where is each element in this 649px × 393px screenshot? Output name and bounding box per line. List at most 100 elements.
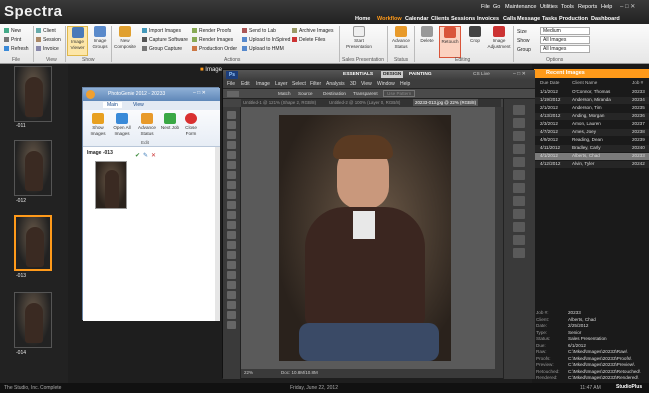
upload-hmm-button[interactable]: Upload to HMM: [242, 46, 284, 52]
patch-tool-icon[interactable]: [227, 91, 239, 97]
ps-panel-icon[interactable]: [513, 144, 525, 154]
ps-tool-icon[interactable]: [227, 311, 236, 319]
ps-tool-icon[interactable]: [227, 151, 236, 159]
ps-panel-icon[interactable]: [513, 209, 525, 219]
pg-tab-view[interactable]: View: [133, 102, 144, 108]
recent-table-row[interactable]: 1/1/2012 O'Connor, Thomas 20233: [532, 89, 649, 96]
ps-tool-icon[interactable]: [227, 281, 236, 289]
ps-tool-icon[interactable]: [227, 161, 236, 169]
send-to-lab-button[interactable]: Send to Lab: [242, 28, 276, 34]
ws-painting[interactable]: PAINTING: [409, 72, 432, 77]
ps-panel-icon[interactable]: [513, 118, 525, 128]
nav-sessions[interactable]: Sessions: [451, 16, 475, 22]
delete-button[interactable]: Delete: [416, 26, 438, 44]
ps-tool-icon[interactable]: [227, 241, 236, 249]
check-icon[interactable]: ✔: [135, 152, 140, 159]
refresh-button[interactable]: Refresh: [4, 46, 29, 52]
menu-tools[interactable]: Tools: [561, 4, 574, 10]
capture-software-button[interactable]: Capture Software: [142, 37, 188, 43]
recent-table-row[interactable]: 2/1/2012 Anderson, Tim 20235: [532, 105, 649, 112]
filmstrip-thumb[interactable]: [14, 66, 52, 122]
ps-tool-icon[interactable]: [227, 121, 236, 129]
ps-tool-icon[interactable]: [227, 301, 236, 309]
recent-table-row[interactable]: 1/19/2012 Anderson, Miranda 20234: [532, 97, 649, 104]
ps-tool-icon[interactable]: [227, 261, 236, 269]
menu-help[interactable]: Help: [601, 4, 612, 10]
nav-production[interactable]: Production: [559, 16, 588, 22]
ps-tool-icon[interactable]: [227, 111, 236, 119]
next-job-button[interactable]: Next Job: [159, 113, 181, 131]
recent-table-row[interactable]: 4/13/2012 Anding, Morgan 20236: [532, 113, 649, 120]
ps-menu-help[interactable]: Help: [400, 81, 410, 87]
ps-tool-icon[interactable]: [227, 191, 236, 199]
ps-tool-icon[interactable]: [227, 181, 236, 189]
ps-zoom[interactable]: 22%: [244, 370, 253, 375]
start-presentation-button[interactable]: Start Presentation: [343, 26, 375, 49]
ps-tool-icon[interactable]: [227, 251, 236, 259]
cs-live[interactable]: CS Live: [473, 72, 490, 77]
ws-design[interactable]: DESIGN: [381, 71, 404, 78]
nav-tasks[interactable]: Tasks: [542, 16, 557, 22]
ps-tool-icon[interactable]: [227, 221, 236, 229]
pg-thumbnail[interactable]: [95, 161, 127, 209]
opt-source[interactable]: Source: [298, 91, 313, 96]
nav-calendar[interactable]: Calendar: [405, 16, 429, 22]
size-select[interactable]: Medium: [540, 27, 590, 35]
ps-tool-icon[interactable]: [227, 211, 236, 219]
ps-canvas[interactable]: [241, 107, 503, 369]
advance-status-button[interactable]: Advance Status: [390, 26, 412, 49]
view-client-button[interactable]: Client: [36, 28, 56, 34]
ps-tool-icon[interactable]: [227, 131, 236, 139]
col-client-name[interactable]: Client Name: [572, 80, 597, 85]
filmstrip-thumb-selected[interactable]: [14, 215, 52, 271]
ps-tool-icon[interactable]: [227, 141, 236, 149]
window-controls[interactable]: – □ ✕: [620, 3, 646, 10]
ps-menu-3d[interactable]: 3D: [350, 81, 356, 87]
pg-scrollbar[interactable]: [215, 147, 220, 321]
doc-tab[interactable]: Untitled-2 @ 100% (Layer 0, RGB/8): [329, 100, 400, 105]
remove-icon[interactable]: ✕: [151, 152, 156, 159]
image-groups-button[interactable]: Image Groups: [89, 26, 111, 49]
nav-invoices[interactable]: Invoices: [477, 16, 499, 22]
close-form-button[interactable]: Close Form: [180, 113, 202, 136]
edit-icon[interactable]: ✎: [143, 152, 148, 159]
ps-menu-filter[interactable]: Filter: [310, 81, 321, 87]
pg-tab-main[interactable]: Main: [103, 102, 122, 108]
nav-dashboard[interactable]: Dashboard: [591, 16, 620, 22]
opt-match[interactable]: Match: [278, 91, 291, 96]
opt-destination[interactable]: Destination: [323, 91, 346, 96]
ps-tool-icon[interactable]: [227, 201, 236, 209]
pg-window-controls[interactable]: – □ ✕: [193, 90, 206, 96]
nav-home[interactable]: Home: [355, 16, 370, 22]
menu-reports[interactable]: Reports: [578, 4, 597, 10]
recent-table-row[interactable]: 4/7/2012 Ames, Joey 20238: [532, 129, 649, 136]
recent-table-row[interactable]: 4/9/2012 Reading, Dean 20239: [532, 137, 649, 144]
ps-panel-icon[interactable]: [513, 105, 525, 115]
ps-window-controls[interactable]: – □ ✕: [513, 71, 526, 77]
menu-utilities[interactable]: Utilities: [540, 4, 558, 10]
ps-menu-image[interactable]: Image: [256, 81, 270, 87]
opt-use-pattern[interactable]: Use Pattern: [383, 90, 416, 97]
doc-tab[interactable]: Untitled-1 @ 121% (Shape 2, RGB/8): [243, 100, 316, 105]
ps-panel-icon[interactable]: [513, 131, 525, 141]
crop-button[interactable]: Crop: [464, 26, 486, 44]
col-due-date[interactable]: Due Date: [540, 80, 559, 85]
filmstrip-thumb[interactable]: [14, 140, 52, 196]
recent-table-row[interactable]: 4/12/2012 Alvin, Tyler 20242: [532, 161, 649, 168]
image-viewer-button[interactable]: Image Viewer: [67, 26, 88, 56]
view-invoice-button[interactable]: Invoice: [36, 46, 59, 52]
ps-tool-icon[interactable]: [227, 291, 236, 299]
nav-workflow[interactable]: Workflow: [377, 16, 402, 22]
ps-menu-window[interactable]: Window: [377, 81, 395, 87]
menu-maintenance[interactable]: Maintenance: [505, 4, 537, 10]
portrait-photo[interactable]: [279, 115, 451, 361]
ps-menu-select[interactable]: Select: [292, 81, 306, 87]
nav-clients[interactable]: Clients: [431, 16, 449, 22]
upload-inspired-button[interactable]: Upload to InSpired: [242, 37, 290, 43]
ps-menu-file[interactable]: File: [227, 81, 235, 87]
image-adjustment-button[interactable]: Image Adjustment: [486, 26, 512, 49]
ps-tool-icon[interactable]: [227, 171, 236, 179]
archive-images-button[interactable]: Archive Images: [292, 28, 333, 34]
open-all-images-button[interactable]: Open All Images: [111, 113, 133, 136]
new-button[interactable]: New: [4, 28, 21, 34]
